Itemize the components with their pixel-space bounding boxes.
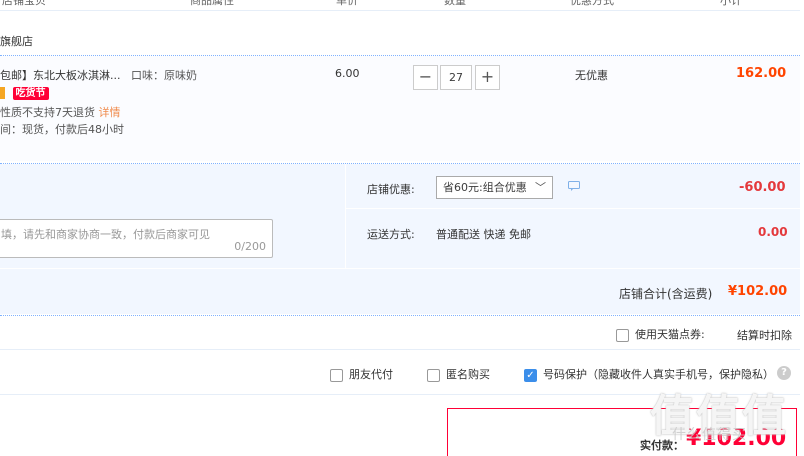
- qty-input[interactable]: 27: [440, 65, 472, 90]
- return-policy: 性质不支持7天退货 详情: [0, 104, 121, 120]
- watermark-text: 什么值得买: [672, 427, 747, 443]
- anonymous-label: 匿名购买: [446, 368, 490, 381]
- shipping-value: 普通配送 快递 免邮: [436, 228, 531, 241]
- tmall-points-label: 使用天猫点券:: [635, 328, 705, 341]
- qty-plus-button[interactable]: +: [475, 65, 500, 90]
- item-attr: 口味：原味奶: [131, 69, 197, 82]
- item-unit-price: 6.00: [335, 67, 360, 80]
- col-header-promo: 优惠方式: [570, 0, 614, 7]
- header-divider: [0, 10, 800, 11]
- panel-row-divider: [345, 208, 800, 209]
- tmall-points-row: 使用天猫点券:: [616, 326, 705, 342]
- anonymous-checkbox[interactable]: [427, 368, 440, 382]
- item-title-link[interactable]: 包邮】东北大板冰淇淋...: [0, 67, 121, 83]
- column-header-row: 店铺宝贝 商品属性 单价 数量 优惠方式 小计: [0, 0, 804, 10]
- chevron-down-icon: ﹀: [535, 181, 546, 194]
- options-divider: [0, 349, 800, 350]
- promo-info-icon[interactable]: [568, 181, 580, 194]
- shop-total-amount: ¥102.00: [728, 284, 788, 299]
- panel-total-divider: [0, 268, 800, 269]
- buyer-message-count: 0/200: [234, 240, 266, 253]
- number-protect-checkbox[interactable]: ✓: [524, 368, 537, 382]
- friend-pay-label: 朋友代付: [349, 368, 393, 381]
- qty-minus-button[interactable]: −: [413, 65, 438, 90]
- tmall-points-note: 结算时扣除: [737, 329, 792, 342]
- ship-time: 间：现货，付款后48小时: [0, 123, 124, 136]
- shop-promo-selected: 省60元:组合优惠: [443, 181, 527, 194]
- col-header-qty: 数量: [444, 0, 466, 7]
- help-icon[interactable]: ?: [777, 366, 791, 380]
- shop-name[interactable]: 旗舰店: [0, 33, 33, 49]
- shop-promo-amount: -60.00: [739, 180, 786, 195]
- coin-icon: [0, 87, 5, 99]
- col-header-price: 单价: [336, 0, 358, 7]
- return-policy-text: 性质不支持7天退货: [0, 106, 95, 119]
- col-header-info: 店铺宝贝: [2, 0, 46, 7]
- col-header-subtotal: 小计: [720, 0, 742, 7]
- item-promo: 无优惠: [575, 69, 608, 82]
- col-header-attr: 商品属性: [190, 0, 234, 7]
- friend-pay-option[interactable]: 朋友代付: [330, 366, 393, 382]
- panel-col-divider: [345, 164, 346, 268]
- summary-divider: [0, 315, 800, 316]
- shop-promo-label: 店铺优惠:: [367, 183, 415, 196]
- item-badges: 吃货节: [0, 84, 49, 100]
- foodie-festival-tag[interactable]: 吃货节: [12, 87, 49, 100]
- friend-pay-checkbox[interactable]: [330, 368, 343, 382]
- shipping-amount: 0.00: [758, 225, 788, 239]
- shipping-label: 运送方式:: [367, 228, 415, 241]
- shop-total-label: 店铺合计(含运费): [619, 287, 713, 301]
- buyer-message-input[interactable]: 填，请先和商家协商一致，付款后商家可见 0/200: [0, 219, 273, 258]
- tmall-points-checkbox[interactable]: [616, 328, 629, 342]
- anonymous-option[interactable]: 匿名购买: [427, 366, 490, 382]
- item-subtotal: 162.00: [736, 66, 787, 81]
- buyer-message-placeholder: 填，请先和商家协商一致，付款后商家可见: [1, 228, 210, 241]
- return-details-link[interactable]: 详情: [99, 106, 121, 119]
- shop-promo-select[interactable]: 省60元:组合优惠 ﹀: [436, 176, 553, 199]
